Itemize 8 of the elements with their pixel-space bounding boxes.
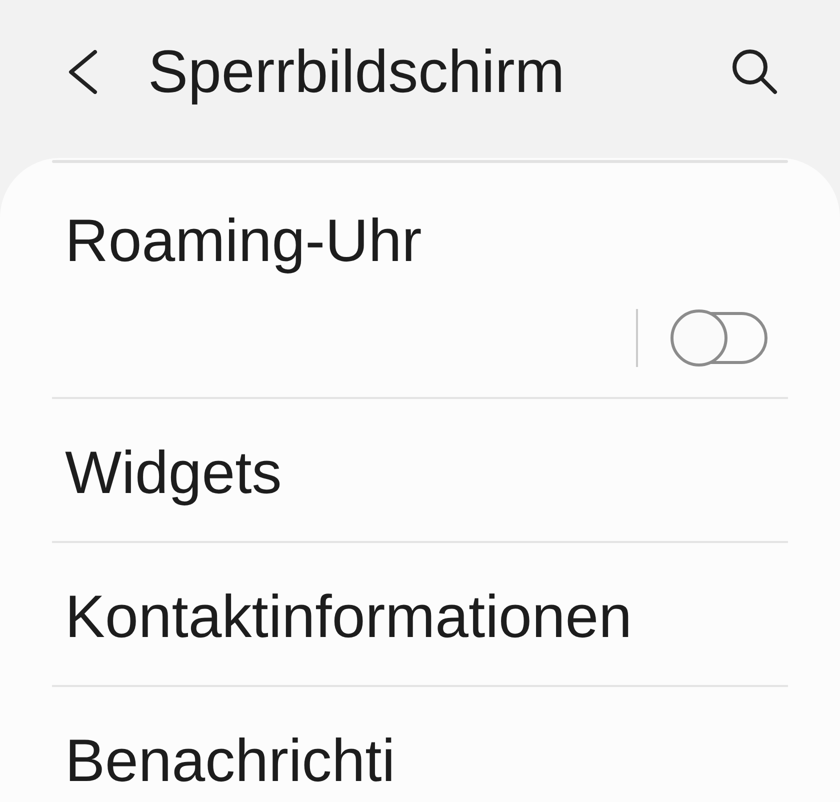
page-title: Sperrbildschirm: [148, 37, 565, 107]
settings-item[interactable]: Kontaktinformationen: [65, 581, 632, 653]
settings-item[interactable]: Benachrichti: [65, 725, 396, 797]
settings-item[interactable]: Roaming-Uhr: [65, 205, 422, 277]
settings-item[interactable]: Widgets: [65, 437, 282, 509]
back-icon[interactable]: [68, 50, 98, 94]
toggle-switch[interactable]: [670, 309, 768, 367]
search-icon[interactable]: [732, 49, 778, 95]
